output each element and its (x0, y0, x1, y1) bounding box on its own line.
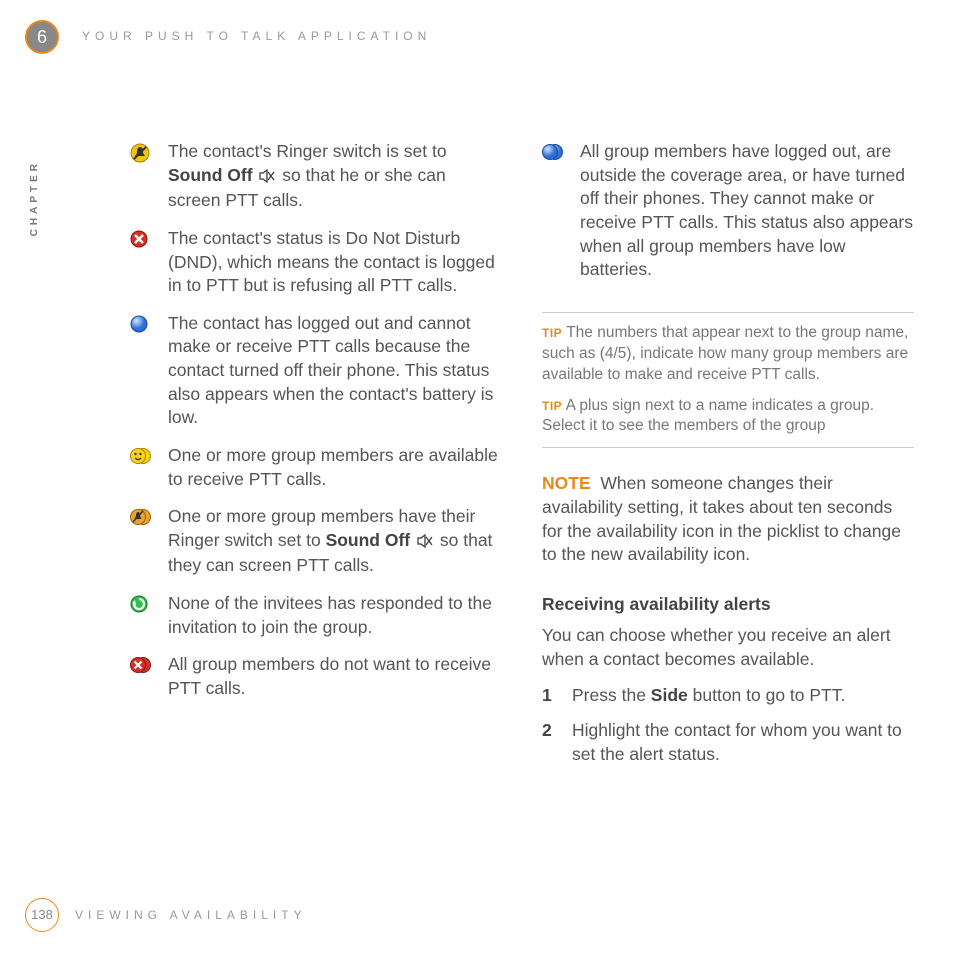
header-title: YOUR PUSH TO TALK APPLICATION (82, 28, 431, 44)
section-heading: Receiving availability alerts (542, 593, 914, 617)
step-item: 1 Press the Side button to go to PTT. (542, 684, 914, 708)
status-text: The contact's status is Do Not Disturb (… (168, 227, 502, 298)
chapter-vertical-label: CHAPTER (28, 160, 42, 236)
step-number: 2 (542, 719, 560, 766)
bold-text: Side (651, 685, 688, 705)
status-item: One or more group members are available … (130, 444, 502, 491)
status-item: One or more group members have their Rin… (130, 505, 502, 578)
note-text: When someone changes their availability … (542, 473, 901, 564)
bold-text: Sound Off (326, 530, 411, 550)
status-text: All group members do not want to receive… (168, 653, 502, 700)
status-text: The contact's Ringer switch is set to So… (168, 140, 502, 213)
note-label: NOTE (542, 473, 591, 493)
status-item: The contact's status is Do Not Disturb (… (130, 227, 502, 298)
page-number-badge: 138 (25, 898, 59, 932)
group-refuse-icon (130, 653, 154, 674)
speaker-off-icon (259, 166, 275, 190)
speaker-off-icon (417, 531, 433, 555)
group-logged-out-icon (542, 140, 566, 161)
status-text: One or more group members are available … (168, 444, 502, 491)
status-text: All group members have logged out, are o… (580, 140, 914, 282)
left-column: The contact's Ringer switch is set to So… (130, 140, 502, 767)
footer-title: VIEWING AVAILABILITY (75, 907, 307, 923)
tip-label: TIP (542, 326, 562, 340)
status-text: One or more group members have their Rin… (168, 505, 502, 578)
step-text: Press the Side button to go to PTT. (572, 684, 845, 708)
status-item: The contact's Ringer switch is set to So… (130, 140, 502, 213)
text-fragment: The contact's Ringer switch is set to (168, 141, 447, 161)
logged-out-icon (130, 312, 154, 333)
footer: 138 VIEWING AVAILABILITY (25, 898, 307, 932)
bold-text: Sound Off (168, 165, 253, 185)
status-item: All group members have logged out, are o… (542, 140, 914, 282)
step-item: 2 Highlight the contact for whom you wan… (542, 719, 914, 766)
group-available-icon (130, 444, 154, 465)
tip-text: A plus sign next to a name indicates a g… (542, 397, 874, 435)
right-column: All group members have logged out, are o… (542, 140, 914, 767)
chapter-number-badge: 6 (25, 20, 59, 54)
dnd-icon (130, 227, 154, 248)
step-list: 1 Press the Side button to go to PTT. 2 … (542, 684, 914, 767)
tip-paragraph: TIP The numbers that appear next to the … (542, 323, 914, 386)
tip-text: The numbers that appear next to the grou… (542, 324, 908, 383)
text-fragment: Press the (572, 685, 651, 705)
tip-box: TIP The numbers that appear next to the … (542, 312, 914, 449)
bell-sound-off-icon (130, 140, 154, 163)
step-number: 1 (542, 684, 560, 708)
tip-paragraph: TIP A plus sign next to a name indicates… (542, 396, 914, 438)
section-intro: You can choose whether you receive an al… (542, 624, 914, 671)
status-text: The contact has logged out and cannot ma… (168, 312, 502, 430)
status-text: None of the invitees has responded to th… (168, 592, 502, 639)
status-item: All group members do not want to receive… (130, 653, 502, 700)
text-fragment: button to go to PTT. (688, 685, 846, 705)
pending-invite-icon (130, 592, 154, 613)
tip-label: TIP (542, 399, 562, 413)
group-sound-off-icon (130, 505, 154, 526)
note-block: NOTE When someone changes their availabi… (542, 472, 914, 567)
status-item: The contact has logged out and cannot ma… (130, 312, 502, 430)
step-text: Highlight the contact for whom you want … (572, 719, 914, 766)
status-item: None of the invitees has responded to th… (130, 592, 502, 639)
